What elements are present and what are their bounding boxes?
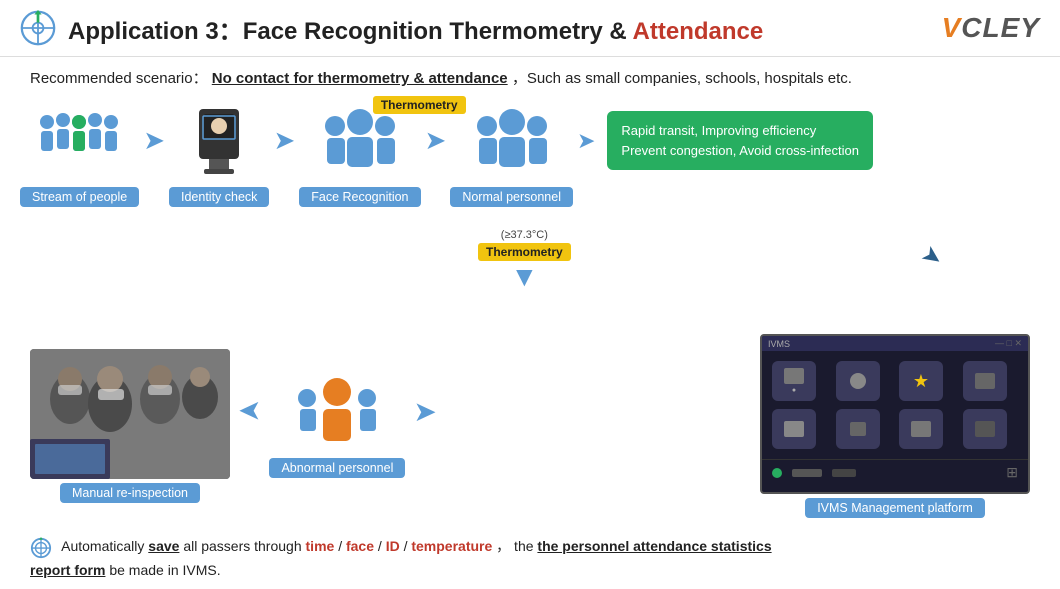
ivms-btn-2 bbox=[836, 361, 880, 401]
photo-box bbox=[30, 349, 230, 479]
ivms-label-text: IVMS Management platform bbox=[805, 498, 985, 518]
thermometry-badge-top: Thermometry bbox=[373, 96, 466, 114]
footer-id: ID bbox=[386, 538, 400, 554]
footer-slash1: / bbox=[338, 538, 346, 554]
footer-report: report form bbox=[30, 562, 105, 578]
top-flow: Stream of people ➤ bbox=[20, 104, 1040, 207]
header: Application 3：Face Recognition Thermomet… bbox=[0, 0, 1060, 57]
ivms-titlebar: IVMS — □ ✕ bbox=[762, 336, 1028, 351]
page-title: Application 3：Face Recognition Thermomet… bbox=[68, 11, 763, 46]
footer-end: be made in IVMS. bbox=[109, 562, 220, 578]
scenario-suffix: ，Such as small companies, schools, hospi… bbox=[512, 70, 852, 87]
status-bar-2 bbox=[832, 469, 856, 477]
arrow-2: ➤ bbox=[269, 125, 299, 186]
footer-save: save bbox=[148, 538, 179, 554]
footer-middle: all passers through bbox=[183, 538, 305, 554]
ivms-btn-8 bbox=[963, 409, 1007, 449]
normal-label: Normal personnel bbox=[450, 187, 573, 207]
ivms-section: IVMS — □ ✕ ● bbox=[760, 334, 1030, 518]
flow-node-identity: Identity check bbox=[169, 104, 269, 207]
identity-label: Identity check bbox=[169, 187, 269, 207]
abnormal-label: Abnormal personnel bbox=[269, 458, 405, 478]
left-arrow-icon: ➤ bbox=[238, 395, 261, 428]
diagram: Stream of people ➤ bbox=[0, 94, 1060, 514]
flow-node-stream: Stream of people bbox=[20, 104, 139, 207]
stream-label: Stream of people bbox=[20, 187, 139, 207]
crowd-photo-svg bbox=[30, 349, 230, 479]
arrow-3: ➤ bbox=[421, 125, 451, 186]
ivms-status-bar: ⊞ bbox=[762, 459, 1028, 485]
stream-people-icon bbox=[35, 104, 125, 179]
temp-note: (≥37.3°C) bbox=[501, 229, 548, 241]
thermo-label-mid: Thermometry bbox=[478, 243, 571, 261]
page-wrapper: Application 3：Face Recognition Thermomet… bbox=[0, 0, 1060, 589]
arrow-4: ➤ bbox=[573, 128, 599, 184]
footer-slash2: / bbox=[378, 538, 386, 554]
scenario-label: Recommended scenario： bbox=[30, 70, 208, 87]
sync-icon bbox=[30, 537, 52, 559]
face-recognition-icon bbox=[315, 104, 405, 179]
footer-face: face bbox=[346, 538, 374, 554]
photo-section: Manual re-inspection bbox=[30, 349, 230, 503]
face-label: Face Recognition bbox=[299, 187, 420, 207]
green-result-box: Rapid transit, Improving efficiency Prev… bbox=[607, 111, 873, 170]
abnormal-section: Abnormal personnel bbox=[269, 374, 405, 478]
ivms-btn-1: ● bbox=[772, 361, 816, 401]
ivms-btn-3: ★ bbox=[899, 361, 943, 401]
title-main: Face Recognition Thermometry & bbox=[243, 18, 633, 45]
footer-temperature: temperature bbox=[411, 538, 492, 554]
logo: VCLEY bbox=[942, 12, 1040, 44]
ivms-title-text: IVMS bbox=[768, 339, 790, 349]
normal-personnel-icon bbox=[467, 104, 557, 179]
down-arrow-icon: ▼ bbox=[510, 263, 538, 291]
status-indicator bbox=[772, 468, 782, 478]
flow-node-normal: Normal personnel bbox=[450, 104, 573, 207]
footer-stats: the personnel attendance statistics bbox=[537, 538, 771, 554]
ivms-btn-5 bbox=[772, 409, 816, 449]
arrow-1: ➤ bbox=[139, 125, 169, 186]
flow-node-face: Thermometry Face Recognition bbox=[299, 104, 420, 207]
title-prefix: Application 3： bbox=[68, 18, 243, 45]
ivms-btn-6 bbox=[836, 409, 880, 449]
footer-comma: ， the bbox=[496, 538, 537, 554]
bottom-row: Manual re-inspection ➤ bbox=[30, 334, 1040, 518]
ivms-box: IVMS — □ ✕ ● bbox=[760, 334, 1030, 494]
footer-time: time bbox=[306, 538, 335, 554]
identity-device-icon bbox=[179, 104, 259, 179]
ivms-btn-7 bbox=[899, 409, 943, 449]
diagonal-arrow-icon: ➤ bbox=[915, 239, 948, 274]
content-area: Stream of people ➤ bbox=[0, 94, 1060, 527]
scenario-underlined: No contact for thermometry & attendance bbox=[212, 70, 508, 87]
abnormal-personnel-icon bbox=[292, 374, 382, 454]
title-accent: Attendance bbox=[633, 18, 764, 45]
green-line2: Prevent congestion, Avoid cross-infectio… bbox=[621, 141, 859, 161]
status-icon: ⊞ bbox=[1006, 464, 1018, 481]
ivms-btn-4 bbox=[963, 361, 1007, 401]
right-arrow-icon: ➤ bbox=[413, 395, 436, 428]
status-bar-1 bbox=[792, 469, 822, 477]
vert-arrow: (≥37.3°C) Thermometry ▼ bbox=[478, 229, 571, 291]
app-icon bbox=[20, 10, 56, 46]
ivms-content: ● ★ bbox=[762, 351, 1028, 459]
scenario-bar: Recommended scenario： No contact for the… bbox=[0, 57, 1060, 94]
green-line1: Rapid transit, Improving efficiency bbox=[621, 121, 859, 141]
reinspect-label: Manual re-inspection bbox=[60, 483, 200, 503]
footer-prefix: Automatically bbox=[61, 538, 148, 554]
footer: Automatically save all passers through t… bbox=[0, 527, 1060, 589]
